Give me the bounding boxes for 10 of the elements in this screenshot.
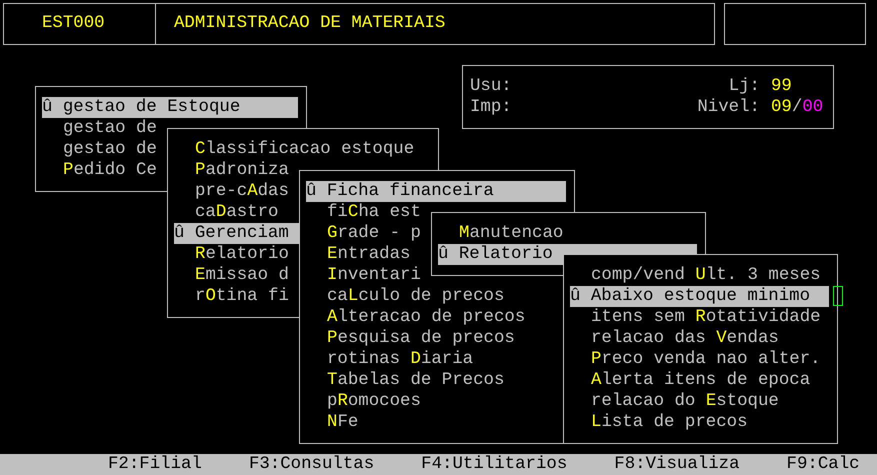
level-label: Nivel: [697, 97, 760, 118]
store-label: Lj: [728, 76, 760, 97]
program-code: EST000 [42, 14, 105, 33]
level-separator: / [792, 98, 802, 117]
printer-label: Imp: [470, 97, 512, 118]
store-value: 99 [771, 76, 793, 97]
screen-title: ADMINISTRACAO DE MATERIAIS [174, 14, 446, 33]
user-label: Usu: [470, 76, 512, 97]
level-value: 09 [771, 98, 792, 117]
level-sub-value: 00 [802, 98, 824, 117]
